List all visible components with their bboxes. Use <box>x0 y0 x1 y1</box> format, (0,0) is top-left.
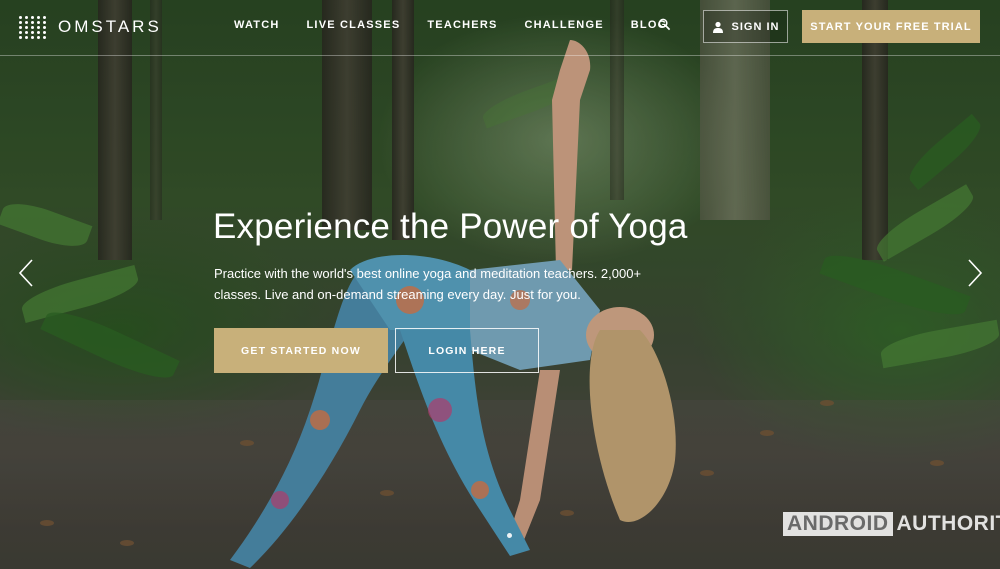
sign-in-button[interactable]: SIGN IN <box>703 10 788 43</box>
watermark-part-2: AUTHORITY <box>896 512 1000 535</box>
hero-title: Experience the Power of Yoga <box>213 207 688 246</box>
nav-watch[interactable]: WATCH <box>234 19 280 31</box>
nav-teachers[interactable]: TEACHERS <box>427 19 497 31</box>
chevron-right-icon[interactable] <box>965 258 985 288</box>
get-started-button[interactable]: GET STARTED NOW <box>214 328 388 373</box>
main-nav: WATCH LIVE CLASSES TEACHERS CHALLENGE BL… <box>234 19 694 31</box>
sign-in-label: SIGN IN <box>731 20 780 33</box>
brand-name: OMSTARS <box>58 17 162 36</box>
chevron-left-icon[interactable] <box>16 258 36 288</box>
android-authority-watermark: ANDROID AUTHORITY <box>783 512 1000 536</box>
watermark-part-1: ANDROID <box>783 512 893 536</box>
brand-logo[interactable]: OMSTARS <box>18 12 162 42</box>
search-icon[interactable] <box>658 18 671 31</box>
login-here-button[interactable]: LOGIN HERE <box>395 328 539 373</box>
hero-subtitle: Practice with the world's best online yo… <box>214 266 642 302</box>
user-icon <box>712 21 723 33</box>
free-trial-button[interactable]: START YOUR FREE TRIAL <box>802 10 980 43</box>
slide-indicator-dot[interactable] <box>507 533 512 538</box>
nav-challenge[interactable]: CHALLENGE <box>525 19 604 31</box>
nav-live-classes[interactable]: LIVE CLASSES <box>307 19 401 31</box>
site-header: OMSTARS WATCH LIVE CLASSES TEACHERS CHAL… <box>0 0 1000 56</box>
omstars-logo-icon <box>18 12 48 42</box>
